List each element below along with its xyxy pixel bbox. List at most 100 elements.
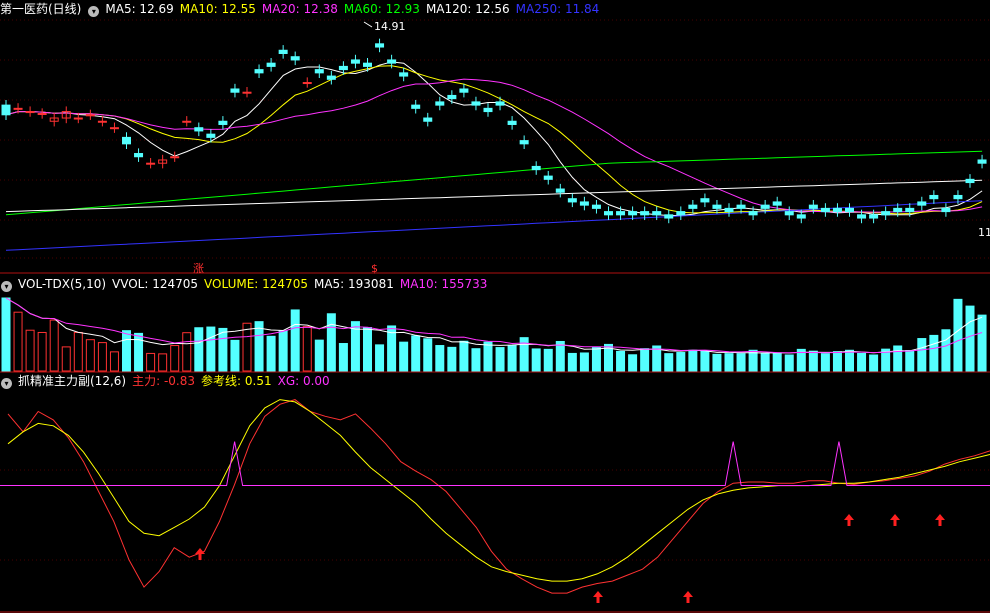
ma60-label: MA60: 12.93: [343, 2, 420, 16]
chevron-down-icon[interactable]: ▾: [1, 378, 12, 389]
candle-body: [857, 214, 867, 219]
xg-label: XG: 0.00: [277, 374, 330, 388]
candle-body: [700, 198, 710, 203]
volume-bar: [977, 314, 987, 372]
candle-body: [375, 43, 385, 48]
volume-bar: [97, 342, 107, 372]
candle-body: [869, 214, 879, 219]
volume-bar: [531, 348, 541, 372]
volume-bar: [134, 332, 144, 372]
candle-body: [266, 62, 276, 67]
volume-bar: [302, 326, 312, 372]
volume-bar: [664, 353, 674, 372]
volume-bar: [73, 331, 83, 372]
volume-bar: [49, 319, 59, 372]
candle-body: [254, 69, 264, 74]
chevron-down-icon[interactable]: ▾: [88, 6, 100, 17]
candle-body: [435, 101, 445, 106]
candle-body: [820, 207, 830, 213]
volume-bar: [591, 347, 601, 372]
candle-body: [893, 207, 903, 213]
candle-body: [85, 114, 95, 117]
volume-bar: [230, 339, 240, 372]
candle-body: [724, 207, 734, 213]
candle-body: [519, 140, 529, 145]
volume-label: VOLUME: 124705: [204, 277, 308, 291]
volume-bar: [122, 330, 131, 372]
volume-bar: [1, 297, 11, 372]
candle-body: [37, 113, 47, 116]
volume-bar: [772, 352, 782, 372]
volume-bar: [616, 350, 626, 372]
candle-body: [531, 165, 541, 171]
candle-body: [760, 204, 770, 209]
volume-bar: [628, 354, 638, 372]
candle-body: [965, 178, 975, 184]
candle-body: [567, 198, 577, 203]
event-mark-dollar: $: [371, 262, 378, 275]
candle-body: [736, 204, 746, 209]
candle-body: [796, 214, 806, 219]
candle-body: [134, 153, 144, 158]
volume-bar: [893, 345, 903, 372]
candle-body: [109, 127, 119, 130]
right-edge-label: 11: [978, 226, 990, 239]
candle-body: [579, 201, 589, 206]
volume-bar: [290, 309, 300, 372]
volume-bar: [555, 340, 565, 372]
volume-bar: [109, 351, 119, 372]
volume-bar: [411, 335, 421, 372]
volume-ma5-line: [5, 297, 983, 354]
candle-body: [604, 211, 613, 216]
candle-body: [507, 120, 517, 125]
chevron-down-icon[interactable]: ▾: [1, 281, 12, 292]
main-header: 第一医药(日线) ▾ MA5: 12.69 MA10: 12.55 MA20: 12.3…: [0, 1, 605, 17]
vol-ma5-label: MA5: 193081: [313, 277, 394, 291]
ma120-label: MA120: 12.56: [425, 2, 510, 16]
candle-body: [917, 201, 927, 206]
volume-bar: [543, 348, 553, 372]
volume-bar: [326, 313, 336, 372]
candle-body: [555, 188, 565, 193]
panel-grid: [0, 19, 990, 613]
candle-body: [146, 162, 156, 165]
volume-bar: [953, 298, 963, 372]
volume-bar: [158, 353, 168, 372]
candle-body: [194, 127, 204, 132]
volume-bar: [61, 346, 71, 372]
ma120-line: [5, 179, 983, 213]
high-price-pointer: [363, 21, 373, 28]
volume-bar: [965, 305, 975, 372]
volume-bar: [375, 344, 385, 372]
zhuli-label: 主力: -0.83: [132, 374, 196, 388]
candle-body: [953, 194, 963, 200]
volume-bar: [857, 352, 867, 372]
volume-bar: [242, 322, 252, 372]
vvol-label: VVOL: 124705: [112, 277, 199, 291]
candle-body: [543, 175, 553, 180]
volume-bar: [218, 327, 228, 372]
candle-body: [652, 211, 662, 216]
up-arrow-icon: [683, 591, 693, 603]
volume-bar: [483, 341, 493, 372]
candle-body: [363, 62, 372, 67]
candle-body: [350, 59, 360, 64]
volume-bar: [676, 352, 686, 372]
volume-bar: [712, 353, 722, 372]
candle-body: [423, 117, 433, 122]
volume-bar: [640, 348, 650, 372]
candle-body: [399, 72, 409, 77]
ma5-line: [5, 61, 983, 216]
volume-bar: [507, 345, 517, 372]
volume-bar: [471, 348, 481, 372]
ma20-line: [5, 78, 983, 213]
candle-body: [808, 204, 818, 209]
volume-bar: [447, 346, 457, 372]
up-arrow-icon: [593, 591, 603, 603]
volume-bar: [832, 351, 842, 372]
stock-chart: 14.91 11 涨 $: [0, 19, 990, 613]
volume-bar: [206, 326, 216, 372]
ma10-label: MA10: 12.55: [179, 2, 256, 16]
candle-body: [664, 214, 674, 219]
candle-body: [411, 104, 421, 109]
